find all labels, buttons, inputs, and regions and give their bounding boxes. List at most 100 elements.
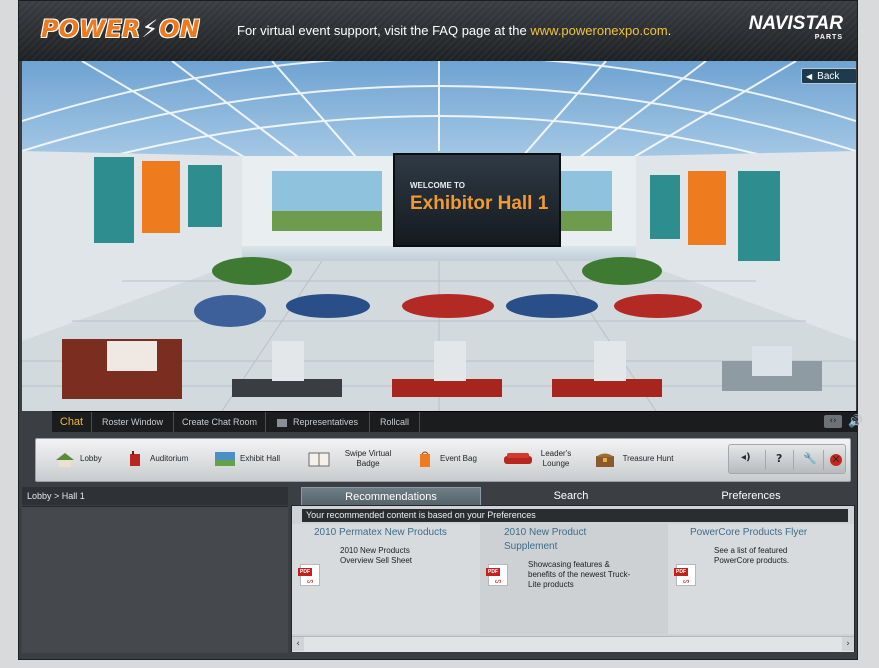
breadcrumb-separator: > [51, 491, 62, 501]
exhibit-hall-icon [215, 452, 235, 466]
card-description: See a list of featured PowerCore product… [714, 546, 790, 565]
support-message-end: . [667, 23, 672, 38]
recommendation-card[interactable]: 2010 New Product Supplement PDF ᔕ Showcas… [480, 524, 668, 634]
banner-orange-right [688, 171, 726, 245]
event-window: POWER⚡ON For virtual event support, visi… [18, 0, 863, 660]
nav-treasure-hunt[interactable]: Treasure Hunt [594, 444, 678, 474]
breadcrumb-lobby[interactable]: Lobby [27, 491, 52, 501]
banner-teal-right-2 [650, 175, 680, 239]
pdf-label: PDF [674, 568, 688, 576]
acrobat-swirl: ᔕ [307, 578, 314, 585]
nav-leaders-lounge-label: Leader's Lounge [540, 449, 572, 468]
card-description: 2010 New Products Overview Sell Sheet [340, 546, 413, 565]
tab-chat[interactable]: Chat [52, 412, 92, 432]
support-message-text: For virtual event support, visit the FAQ… [237, 23, 531, 38]
back-label: Back [817, 71, 840, 82]
brand-sub: PARTS [814, 34, 843, 41]
sofa-icon [504, 453, 532, 464]
banner-orange-left [142, 161, 180, 233]
plants-right [582, 257, 662, 285]
lobby-icon [56, 453, 74, 467]
tab-representatives-label: Representatives [292, 417, 359, 427]
nav-toolbar: Lobby Auditorium Exhibit Hall Swipe Virt… [35, 438, 851, 482]
recommendations-panel: Your recommended content is based on you… [291, 505, 855, 652]
pdf-label: PDF [486, 568, 500, 576]
utility-divider [765, 450, 766, 470]
card-title[interactable]: 2010 New Product Supplement [504, 526, 634, 554]
banner-teal-right [738, 171, 780, 261]
close-icon[interactable]: ✕ [830, 454, 842, 466]
recommendation-card[interactable]: PowerCore Products Flyer PDF ᔕ See a list… [668, 524, 854, 634]
scroll-left-icon[interactable]: ‹ [292, 637, 304, 651]
header-bar: POWER⚡ON For virtual event support, visi… [19, 1, 857, 61]
plants-left [212, 257, 292, 285]
nav-event-bag-label: Event Bag [440, 454, 477, 463]
banner-teal-left-2 [188, 165, 222, 227]
back-arrow-icon: ◀ [806, 72, 813, 81]
trees-left [272, 211, 382, 231]
nav-auditorium-label: Auditorium [150, 454, 189, 463]
bolt-icon: ⚡ [141, 15, 159, 43]
acrobat-swirl: ᔕ [683, 578, 690, 585]
scroll-right-icon[interactable]: › [842, 637, 854, 651]
logo-text-right: ON [159, 15, 200, 43]
utility-buttons: ◂) ? 🔧 ✕ [728, 444, 846, 474]
tab-search[interactable]: Search [491, 487, 651, 505]
content-tabs: Recommendations Search Preferences [291, 487, 855, 505]
preferences-notice: Your recommended content is based on you… [302, 509, 848, 522]
badge-book-icon [308, 452, 330, 467]
brand-name: NAVISTAR [748, 13, 843, 34]
tab-recommendations[interactable]: Recommendations [301, 487, 481, 505]
tab-representatives[interactable]: Representatives [266, 412, 370, 432]
welcome-screen: WELCOME TO Exhibitor Hall 1 [393, 153, 561, 247]
support-message: For virtual event support, visit the FAQ… [237, 23, 671, 38]
logo-text-left: POWER [41, 15, 141, 43]
breadcrumb-current: Hall 1 [61, 491, 85, 501]
nav-leaders-lounge[interactable]: Leader's Lounge [502, 444, 582, 474]
nav-lobby-label: Lobby [80, 454, 102, 463]
left-content-panel [22, 506, 288, 653]
event-bag-icon [420, 451, 430, 467]
help-button[interactable]: ? [776, 452, 782, 465]
card-title[interactable]: PowerCore Products Flyer [690, 526, 807, 540]
card-title[interactable]: 2010 Permatex New Products [314, 526, 447, 540]
nav-swipe-badge[interactable]: Swipe Virtual Badge [308, 444, 404, 474]
horizontal-scrollbar[interactable]: ‹ › [292, 636, 854, 652]
tab-roster-window[interactable]: Roster Window [92, 412, 174, 432]
pdf-icon[interactable]: PDF ᔕ [674, 564, 696, 586]
representatives-icon [276, 418, 287, 427]
hall-title: Exhibitor Hall 1 [410, 193, 549, 214]
tab-create-chat-room[interactable]: Create Chat Room [174, 412, 266, 432]
breadcrumb: Lobby > Hall 1 [22, 487, 288, 505]
poweron-logo: POWER⚡ON [41, 15, 200, 43]
recommendation-card[interactable]: 2010 Permatex New Products PDF ᔕ 2010 New… [292, 524, 480, 634]
auditorium-icon [130, 451, 140, 466]
faq-link[interactable]: www.poweronexpo.com [530, 23, 667, 38]
nav-treasure-hunt-label: Treasure Hunt [622, 454, 674, 463]
nav-swipe-badge-label: Swipe Virtual Badge [344, 449, 392, 468]
audio-icon[interactable]: ◂) [741, 452, 751, 463]
pdf-icon[interactable]: PDF ᔕ [298, 564, 320, 586]
banner-teal-left [94, 157, 134, 243]
acrobat-swirl: ᔕ [495, 578, 502, 585]
treasure-chest-icon [596, 453, 614, 467]
speaker-icon[interactable]: 🔊 [848, 414, 863, 428]
utility-divider [793, 450, 794, 470]
nav-event-bag[interactable]: Event Bag [416, 444, 486, 474]
nav-exhibit-hall-label: Exhibit Hall [240, 454, 281, 463]
tab-preferences[interactable]: Preferences [671, 487, 831, 505]
back-button[interactable]: ◀ Back [801, 68, 856, 84]
settings-wrench-icon[interactable]: 🔧 [803, 452, 817, 465]
utility-divider [823, 450, 824, 470]
pdf-icon[interactable]: PDF ᔕ [486, 564, 508, 586]
nav-lobby[interactable]: Lobby [54, 444, 114, 474]
pdf-label: PDF [298, 568, 312, 576]
nav-auditorium[interactable]: Auditorium [124, 444, 204, 474]
nav-exhibit-hall[interactable]: Exhibit Hall [214, 444, 294, 474]
tab-scroll-arrows[interactable]: ‹› [824, 415, 842, 428]
welcome-line: WELCOME TO [410, 181, 465, 190]
card-description: Showcasing features & benefits of the ne… [528, 560, 631, 589]
tab-rollcall[interactable]: Rollcall [370, 412, 420, 432]
chat-tab-bar: Chat Roster Window Create Chat Room Repr… [52, 411, 863, 432]
exhibit-hall-scene: ◀ Back WELCOME TO Exhibitor Hall 1 [22, 61, 856, 411]
